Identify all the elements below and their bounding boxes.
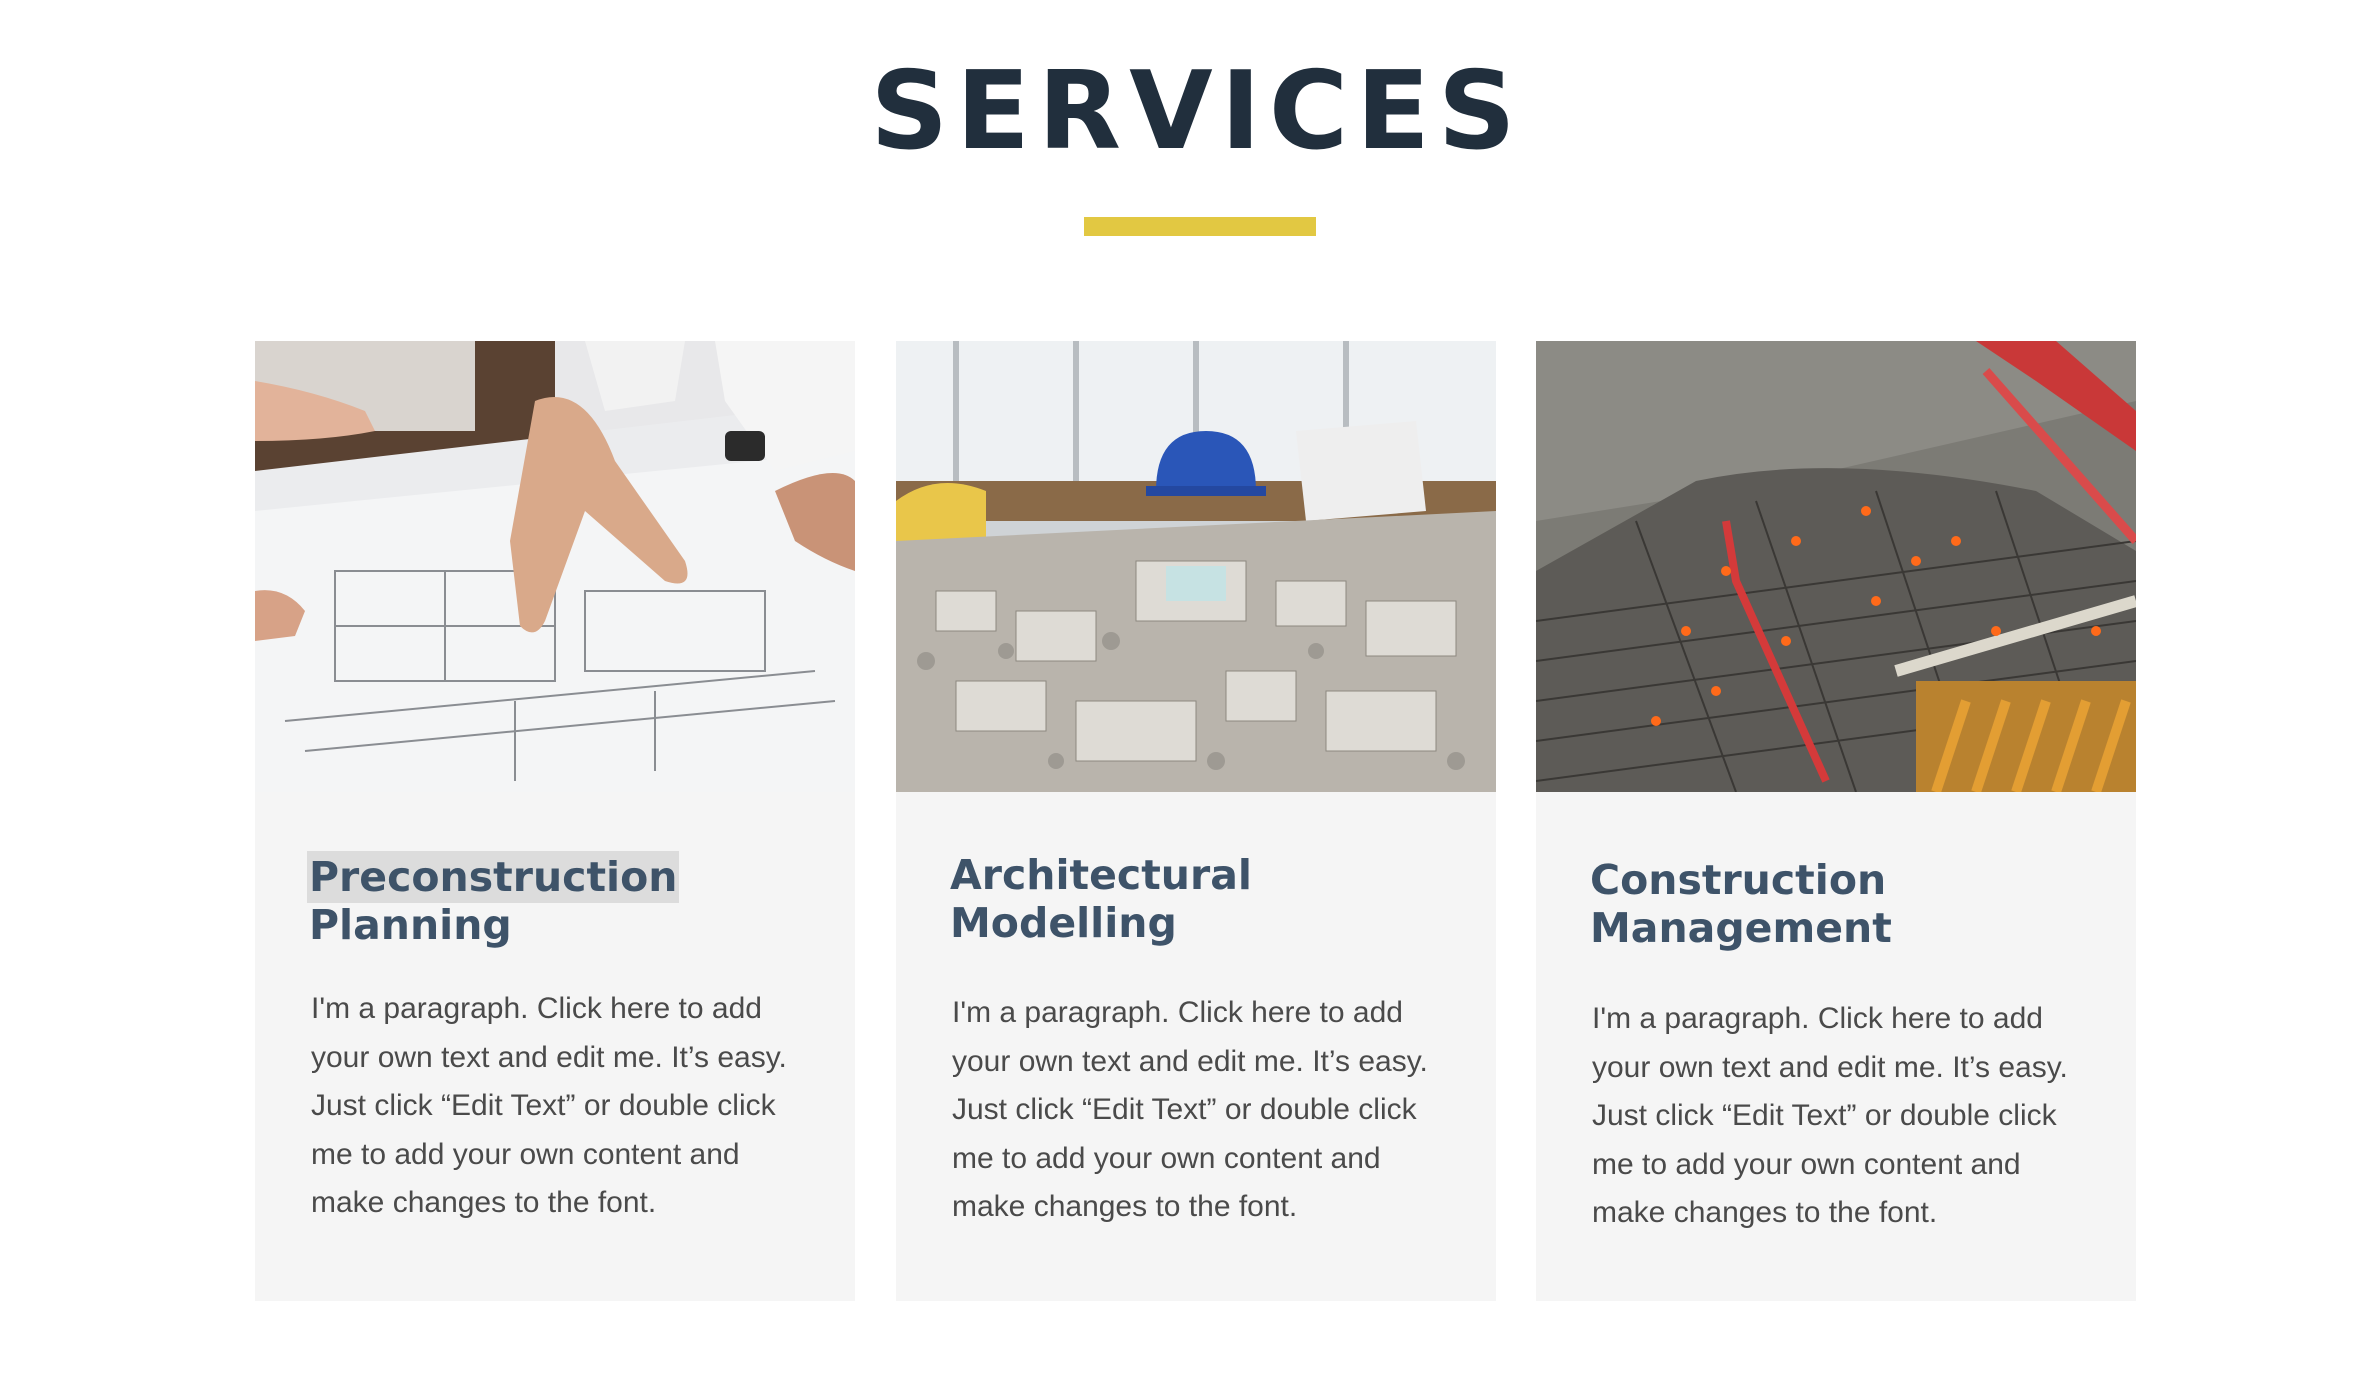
card-paragraph: I'm a paragraph. Click here to add your … [1592, 1002, 2068, 1229]
card-paragraph: I'm a paragraph. Click here to add your … [952, 996, 1428, 1223]
construction-site-photo [1536, 341, 2136, 792]
card-heading: Architectural Modelling [950, 851, 1470, 947]
card-heading: Preconstruction Planning [309, 853, 829, 949]
card-heading-line1: Preconstruction [309, 853, 678, 901]
card-paragraph: I'm a paragraph. Click here to add your … [311, 992, 787, 1219]
card-heading: Construction Management [1590, 856, 2110, 952]
blueprint-photo [255, 341, 855, 792]
architectural-model-photo [896, 341, 1496, 792]
section-title: SERVICES [870, 49, 1524, 174]
service-card-preconstruction: Preconstruction Planning I'm a paragraph… [255, 341, 855, 1301]
card-heading-line1: Architectural [950, 851, 1252, 899]
card-heading-line2: Planning [309, 901, 512, 949]
card-heading-line2: Modelling [950, 899, 1177, 947]
card-heading-line1: Construction [1590, 856, 1887, 904]
service-card-architectural: Architectural Modelling I'm a paragraph.… [896, 341, 1496, 1301]
card-heading-line2: Management [1590, 904, 1892, 952]
title-underline [1084, 217, 1316, 236]
service-card-construction: Construction Management I'm a paragraph.… [1536, 341, 2136, 1301]
